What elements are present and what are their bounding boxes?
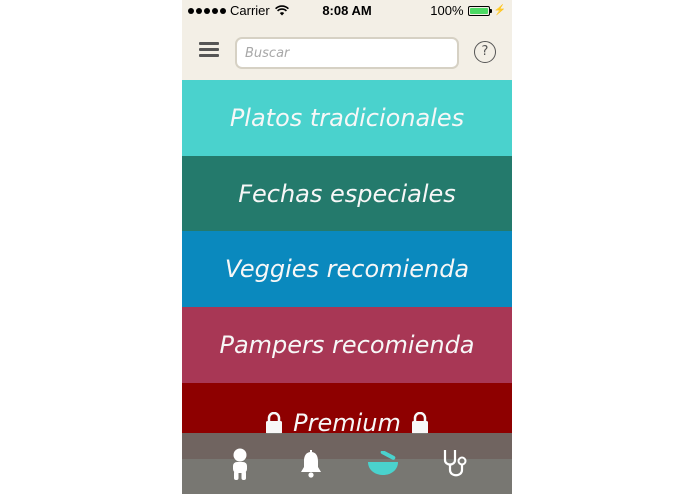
bell-icon: [301, 449, 322, 478]
category-fechas-especiales[interactable]: Fechas especiales: [182, 156, 512, 231]
app-screen: Carrier 8:08 AM 100% ⚡ ? Platos tradicio…: [182, 0, 512, 494]
baby-icon: [232, 448, 247, 480]
tab-baby[interactable]: [220, 444, 260, 484]
status-bar: Carrier 8:08 AM 100% ⚡: [182, 0, 512, 22]
lock-icon: [266, 412, 283, 434]
header-bar: ?: [182, 22, 512, 80]
battery-fill: [469, 7, 488, 14]
hamburger-menu-icon[interactable]: [199, 42, 219, 60]
tab-health[interactable]: [434, 444, 474, 484]
stethoscope-icon: [444, 449, 467, 476]
category-label: Veggies recomienda: [224, 255, 470, 283]
category-veggies-recomienda[interactable]: Veggies recomienda: [182, 231, 512, 307]
search-input[interactable]: [235, 37, 459, 69]
battery-icon: [467, 5, 492, 16]
category-label: Pampers recomienda: [219, 331, 475, 359]
status-right: 100% ⚡: [430, 3, 506, 18]
charging-icon: ⚡: [493, 5, 506, 16]
lock-icon: [411, 412, 428, 434]
category-label: Fechas especiales: [238, 179, 456, 208]
battery-percent: 100%: [430, 3, 464, 18]
category-label: Platos tradicionales: [229, 104, 465, 132]
tab-notifications[interactable]: [291, 444, 331, 484]
tab-bar: [182, 433, 512, 494]
tab-recipes[interactable]: [363, 444, 403, 484]
help-button[interactable]: ?: [474, 41, 496, 63]
mortar-pestle-icon: [367, 450, 398, 475]
category-pampers-recomienda[interactable]: Pampers recomienda: [182, 307, 512, 383]
category-platos-tradicionales[interactable]: Platos tradicionales: [182, 80, 512, 156]
